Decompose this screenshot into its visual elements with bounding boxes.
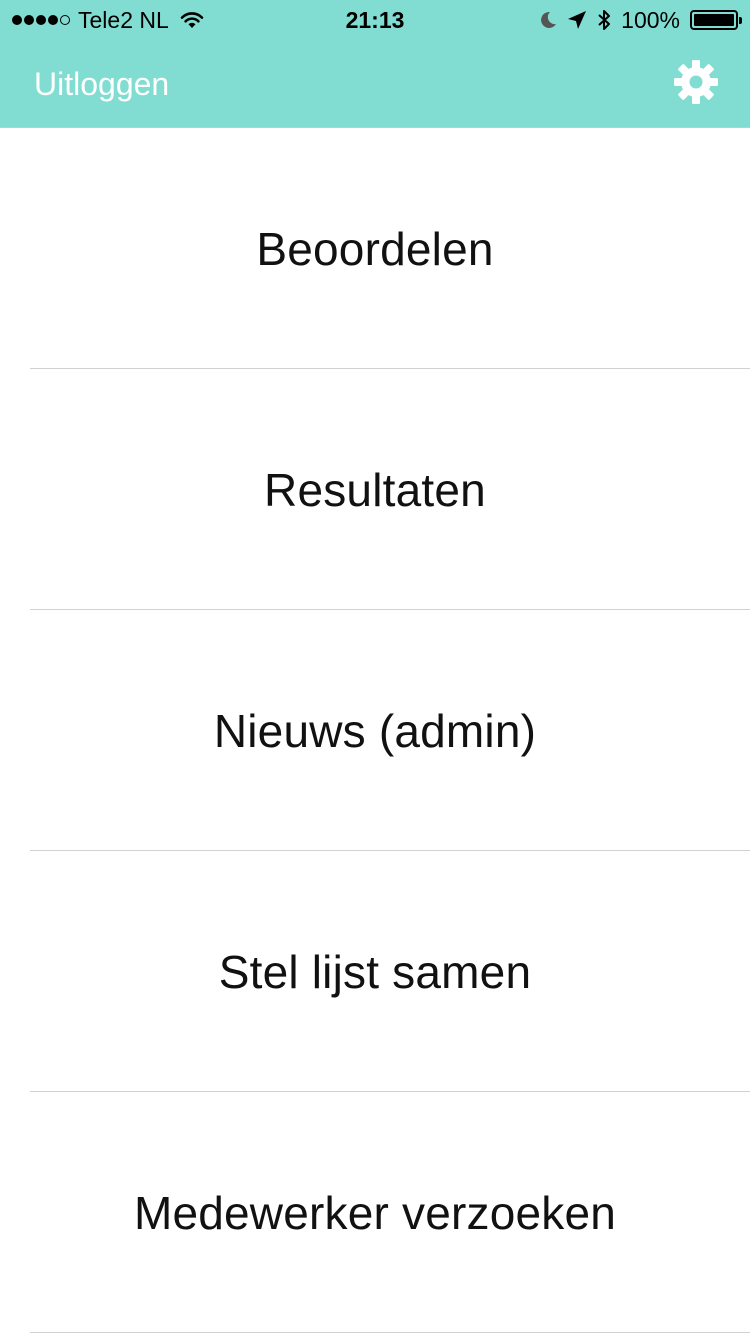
menu-item-nieuws-admin[interactable]: Nieuws (admin) <box>0 610 750 851</box>
menu-item-label: Beoordelen <box>256 222 494 275</box>
menu-item-resultaten[interactable]: Resultaten <box>0 369 750 610</box>
status-right: 100% <box>539 7 742 33</box>
status-bar: Tele2 NL 21:13 100% <box>0 0 750 40</box>
main-menu: Beoordelen Resultaten Nieuws (admin) Ste… <box>0 128 750 1333</box>
menu-item-label: Nieuws (admin) <box>213 704 537 757</box>
logout-button[interactable]: Uitloggen <box>34 64 169 104</box>
battery-cap <box>739 17 742 24</box>
navigation-bar: Uitloggen <box>0 40 750 128</box>
menu-item-label: Stel lijst samen <box>218 945 532 998</box>
battery-percentage: 100% <box>621 7 680 33</box>
battery-icon <box>690 10 742 30</box>
battery-level-fill <box>694 14 734 26</box>
menu-item-beoordelen[interactable]: Beoordelen <box>0 128 750 369</box>
app-screen: Tele2 NL 21:13 100% Uitloggen Beoordelen… <box>0 0 750 1334</box>
menu-item-stel-lijst-samen[interactable]: Stel lijst samen <box>0 851 750 1092</box>
location-arrow-icon <box>568 11 587 29</box>
menu-item-label: Medewerker verzoeken <box>133 1186 617 1239</box>
header: Tele2 NL 21:13 100% Uitloggen <box>0 0 750 128</box>
menu-item-medewerker-verzoeken[interactable]: Medewerker verzoeken <box>0 1092 750 1333</box>
bluetooth-icon <box>598 10 611 30</box>
gear-icon <box>674 60 718 104</box>
moon-icon <box>541 11 557 28</box>
menu-item-label: Resultaten <box>264 463 486 516</box>
settings-button[interactable] <box>672 58 720 106</box>
